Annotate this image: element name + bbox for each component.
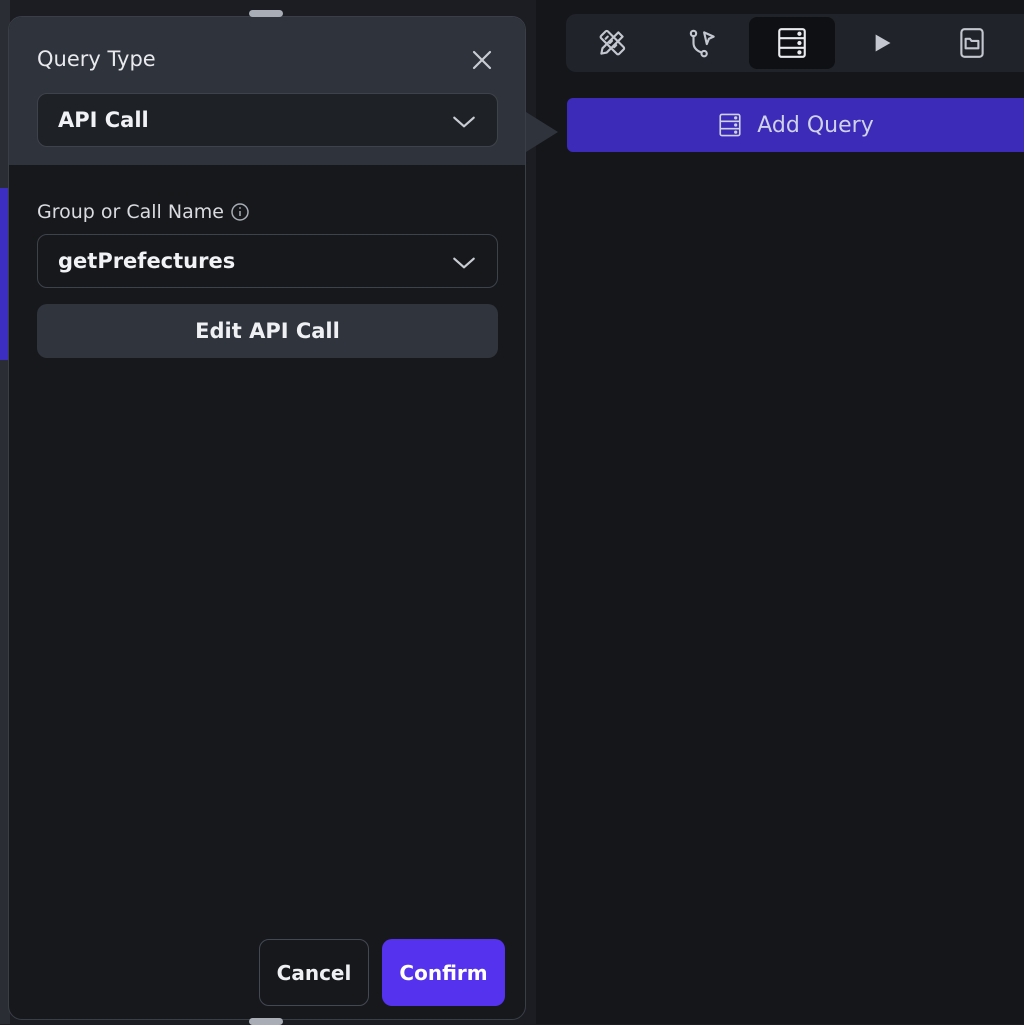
chevron-down-icon bbox=[453, 116, 475, 128]
database-icon bbox=[778, 28, 806, 58]
query-type-value: API Call bbox=[58, 108, 149, 132]
query-panel: Query Type API Call Group or Call Name g… bbox=[8, 16, 526, 1020]
tool-files[interactable] bbox=[929, 17, 1015, 69]
add-query-button[interactable]: Add Query bbox=[567, 98, 1024, 152]
top-toolbar bbox=[566, 14, 1024, 72]
call-name-label-text: Group or Call Name bbox=[37, 201, 224, 223]
panel-title: Query Type bbox=[37, 47, 156, 71]
close-icon bbox=[472, 50, 492, 70]
tool-actions[interactable] bbox=[659, 17, 745, 69]
chevron-down-icon bbox=[453, 257, 475, 269]
database-icon bbox=[719, 113, 741, 137]
folder-icon bbox=[960, 28, 984, 58]
edit-api-call-button[interactable]: Edit API Call bbox=[37, 304, 498, 358]
call-name-select[interactable]: getPrefectures bbox=[37, 234, 498, 288]
ruler-pencil-icon bbox=[599, 29, 626, 56]
call-name-label: Group or Call Name bbox=[37, 201, 250, 223]
tool-backend-query[interactable] bbox=[749, 17, 835, 69]
confirm-button[interactable]: Confirm bbox=[382, 939, 505, 1006]
info-icon[interactable] bbox=[230, 202, 250, 222]
tool-run[interactable] bbox=[839, 17, 925, 69]
close-button[interactable] bbox=[467, 45, 497, 75]
workspace-area bbox=[536, 0, 1024, 1024]
play-icon bbox=[875, 34, 891, 52]
cancel-button[interactable]: Cancel bbox=[259, 939, 369, 1006]
panel-pointer bbox=[526, 112, 558, 152]
query-type-select[interactable]: API Call bbox=[37, 93, 498, 147]
call-name-value: getPrefectures bbox=[58, 249, 236, 273]
tool-design[interactable] bbox=[569, 17, 655, 69]
add-query-label: Add Query bbox=[757, 112, 874, 138]
drag-handle-top[interactable] bbox=[249, 10, 283, 17]
branch-cursor-icon bbox=[689, 29, 715, 58]
